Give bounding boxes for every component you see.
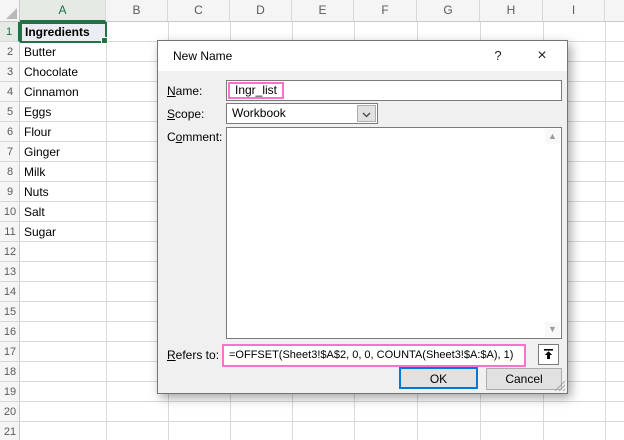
row-header-6[interactable]: 6 [0,122,20,142]
close-button[interactable]: × [525,41,559,71]
resize-grip[interactable] [552,378,565,391]
gridline-vertical [605,22,606,440]
cell-a4[interactable]: Cinnamon [20,82,106,102]
row-header-8[interactable]: 8 [0,162,20,182]
scope-value: Workbook [232,106,286,120]
name-label: Name: [167,84,203,98]
scroll-up-icon[interactable]: ▲ [545,129,560,144]
row-header-18[interactable]: 18 [0,362,20,382]
cell-a10[interactable]: Salt [20,202,106,222]
comment-label: Comment: [167,130,223,144]
scroll-down-icon[interactable]: ▼ [545,322,560,337]
fill-handle[interactable] [101,37,108,44]
cell-a2[interactable]: Butter [20,42,106,62]
help-button[interactable]: ? [481,41,515,71]
row-header-2[interactable]: 2 [0,42,20,62]
column-header-d[interactable]: D [230,0,292,21]
row-header-20[interactable]: 20 [0,402,20,422]
refers-to-label: Refers to: [167,348,220,362]
row-header-1[interactable]: 1 [0,22,20,42]
row-header-11[interactable]: 11 [0,222,20,242]
excel-window: ABCDEFGHI 1 2 3 4 5 6 7 8 9 10 11 12 13 14 15 16 17 18 19 2… [0,0,624,440]
collapse-dialog-button[interactable] [538,344,559,365]
column-header-b[interactable]: B [106,0,168,21]
cell-a5[interactable]: Eggs [20,102,106,122]
row-header-9[interactable]: 9 [0,182,20,202]
cancel-button[interactable]: Cancel [486,368,562,390]
select-all-corner[interactable] [0,0,20,22]
comment-textarea[interactable]: ▲ ▼ [226,127,562,339]
scope-dropdown[interactable]: Workbook [226,103,378,124]
name-value-highlight: Ingr_list [228,82,285,99]
row-header-5[interactable]: 5 [0,102,20,122]
row-header-7[interactable]: 7 [0,142,20,162]
cell-a11[interactable]: Sugar [20,222,106,242]
row-header-21[interactable]: 21 [0,422,20,440]
column-header-f[interactable]: F [354,0,417,21]
collapse-arrow-icon [544,349,553,359]
gridline-vertical [106,22,107,440]
cell-a8[interactable]: Milk [20,162,106,182]
active-cell-a1[interactable]: Ingredients [20,22,108,44]
cell-a7[interactable]: Ginger [20,142,106,162]
column-header-a[interactable]: A [20,0,106,22]
scope-label: Scope: [167,107,205,121]
row-header-3[interactable]: 3 [0,62,20,82]
row-header-19[interactable]: 19 [0,382,20,402]
cell-a6[interactable]: Flour [20,122,106,142]
refers-to-input[interactable]: =OFFSET(Sheet3!$A$2, 0, 0, COUNTA(Sheet3… [222,344,526,367]
select-all-triangle-icon [6,8,17,19]
column-header-g[interactable]: G [417,0,480,21]
row-header-17[interactable]: 17 [0,342,20,362]
new-name-dialog: New Name ? × Name: Ingr_list Scope: Work… [157,40,568,394]
active-cell-value: Ingredients [25,25,90,39]
column-header-h[interactable]: H [480,0,543,21]
column-header-i[interactable]: I [543,0,605,21]
dialog-title: New Name [173,49,233,63]
ok-button[interactable]: OK [399,367,478,389]
row-header-12[interactable]: 12 [0,242,20,262]
row-header-16[interactable]: 16 [0,322,20,342]
dialog-titlebar[interactable]: New Name ? × [158,41,567,71]
column-header-e[interactable]: E [292,0,354,21]
chevron-down-icon[interactable] [357,105,376,122]
cell-a3[interactable]: Chocolate [20,62,106,82]
column-header-c[interactable]: C [168,0,230,21]
row-header-4[interactable]: 4 [0,82,20,102]
row-header-10[interactable]: 10 [0,202,20,222]
row-header-14[interactable]: 14 [0,282,20,302]
row-header-15[interactable]: 15 [0,302,20,322]
row-header-13[interactable]: 13 [0,262,20,282]
name-input[interactable]: Ingr_list [226,80,562,101]
cell-a9[interactable]: Nuts [20,182,106,202]
